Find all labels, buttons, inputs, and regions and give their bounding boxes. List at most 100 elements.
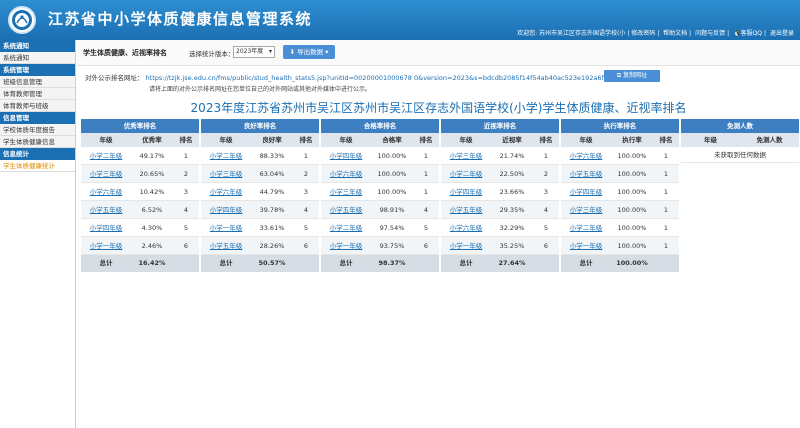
grade-cell: 小学一年级 <box>201 219 251 236</box>
total-label: 总计 <box>339 259 353 267</box>
column-header: 良好率 <box>262 136 282 144</box>
grade-link[interactable]: 小学三年级 <box>330 188 363 196</box>
table-title: 近视率排名 <box>441 119 559 133</box>
grade-link[interactable]: 小学二年级 <box>210 152 243 160</box>
sidebar-group-stats[interactable]: 信息统计 <box>0 148 75 160</box>
grade-link[interactable]: 小学三年级 <box>90 170 123 178</box>
rank-cell: 6 <box>543 242 549 250</box>
sidebar-item-teacher-class[interactable]: 体育教师与班级 <box>0 100 75 112</box>
sidebar-item-health-stats[interactable]: 学生体质健康统计 <box>0 160 75 172</box>
rank-cell: 5 <box>423 224 429 232</box>
grade-link[interactable]: 小学六年级 <box>450 224 483 232</box>
rate-cell: 39.78% <box>259 206 285 214</box>
logo <box>8 6 36 34</box>
sidebar: 系统通知 系统通知 系统管理 班级信息管理 体育教师管理 体育教师与班级 信息管… <box>0 40 76 428</box>
table-row: 小学四年级 4.30% 5 <box>81 219 199 237</box>
sidebar-item-notice[interactable]: 系统通知 <box>0 52 75 64</box>
rank-cell: 6 <box>183 242 189 250</box>
rate-cell: 4.30% <box>141 224 163 232</box>
grade-link[interactable]: 小学六年级 <box>330 170 363 178</box>
rank-cell: 5 <box>183 224 189 232</box>
grade-link[interactable]: 小学六年级 <box>210 188 243 196</box>
grade-cell: 小学三年级 <box>441 147 491 164</box>
grade-link[interactable]: 小学一年级 <box>570 242 603 250</box>
rate-cell: 44.79% <box>259 188 285 196</box>
grade-link[interactable]: 小学五年级 <box>210 242 243 250</box>
grade-link[interactable]: 小学三年级 <box>210 170 243 178</box>
grade-link[interactable]: 小学六年级 <box>90 188 123 196</box>
export-button[interactable]: ⬇ 导出数据 ▾ <box>283 45 335 59</box>
public-url-hint: 请将上面的对外公示排名网址在您单位自己的对外网站或其他对外媒体中进行公示。 <box>149 86 372 93</box>
grade-link[interactable]: 小学一年级 <box>210 224 243 232</box>
grade-link[interactable]: 小学三年级 <box>570 206 603 214</box>
rank-cell: 4 <box>183 206 189 214</box>
rate-cell: 10.42% <box>139 188 165 196</box>
version-select[interactable]: 2023年度 ▾ <box>233 46 275 58</box>
pass-rank-table: 合格率排名 年级 合格率 排名 小学四年级 100.00% 1 小学六年级 100.00% 1 小学… <box>321 119 439 272</box>
change-password-link[interactable]: 修改密码 <box>631 30 655 37</box>
site-title: 江苏省中小学体质健康信息管理系统 <box>48 10 313 28</box>
table-row: 小学五年级 6.52% 4 <box>81 201 199 219</box>
grade-link[interactable]: 小学五年级 <box>450 206 483 214</box>
main-content: 学生体质健康、近视率排名 选择统计版本： 2023年度 ▾ ⬇ 导出数据 ▾ 对… <box>77 40 800 428</box>
grade-cell: 小学二年级 <box>561 219 611 236</box>
public-url-row: 对外公示排名网址： https://tzjk.jse.edu.cn/fms/pu… <box>85 72 608 82</box>
table-header: 年级 优秀率 排名 <box>81 133 199 147</box>
grade-link[interactable]: 小学二年级 <box>330 224 363 232</box>
grade-link[interactable]: 小学一年级 <box>90 242 123 250</box>
rank-cell: 1 <box>303 152 309 160</box>
sidebar-item-class-info[interactable]: 班级信息管理 <box>0 76 75 88</box>
feedback-link[interactable]: 问题与反馈 <box>695 30 725 37</box>
copy-url-button[interactable]: ⧉ 复制网址 <box>604 70 660 82</box>
grade-link[interactable]: 小学五年级 <box>90 206 123 214</box>
rank-cell: 1 <box>663 170 669 178</box>
grade-link[interactable]: 小学一年级 <box>330 242 363 250</box>
rate-cell: 100.00% <box>377 188 407 196</box>
table-row: 小学六年级 10.42% 3 <box>81 183 199 201</box>
sidebar-item-student-health[interactable]: 学生体质健康信息 <box>0 136 75 148</box>
grade-link[interactable]: 小学二年级 <box>570 224 603 232</box>
sidebar-group-notice[interactable]: 系统通知 <box>0 40 75 52</box>
rank-cell: 1 <box>423 152 429 160</box>
grade-link[interactable]: 小学二年级 <box>450 170 483 178</box>
grade-cell: 小学六年级 <box>81 183 131 200</box>
grade-link[interactable]: 小学一年级 <box>450 242 483 250</box>
grade-link[interactable]: 小学三年级 <box>450 152 483 160</box>
grade-cell: 小学四年级 <box>441 183 491 200</box>
grade-link[interactable]: 小学二年级 <box>90 152 123 160</box>
sidebar-group-info[interactable]: 信息管理 <box>0 112 75 124</box>
grade-link[interactable]: 小学六年级 <box>570 152 603 160</box>
qq-service-link[interactable]: 客服QQ <box>741 30 762 37</box>
grade-cell: 小学二年级 <box>81 147 131 164</box>
table-row: 小学一年级 35.25% 6 <box>441 237 559 255</box>
grade-link[interactable]: 小学四年级 <box>210 206 243 214</box>
grade-link[interactable]: 小学四年级 <box>90 224 123 232</box>
exempt-table: 免测人数 年级 免测人数 未获取到任何数据 <box>681 119 799 163</box>
rank-cell: 1 <box>183 152 189 160</box>
table-row: 小学五年级 28.26% 6 <box>201 237 319 255</box>
table-row: 小学三年级 21.74% 1 <box>441 147 559 165</box>
grade-link[interactable]: 小学五年级 <box>330 206 363 214</box>
rank-cell: 3 <box>183 188 189 196</box>
app-header: 江苏省中小学体质健康信息管理系统 欢迎您: 苏州市吴江区存志外国语学校(小 | … <box>0 0 800 40</box>
grade-link[interactable]: 小学四年级 <box>570 188 603 196</box>
grade-link[interactable]: 小学四年级 <box>330 152 363 160</box>
grade-link[interactable]: 小学四年级 <box>450 188 483 196</box>
sidebar-item-annual-report[interactable]: 学校体质年度报告 <box>0 124 75 136</box>
grade-cell: 小学六年级 <box>441 219 491 236</box>
grade-link[interactable]: 小学五年级 <box>570 170 603 178</box>
sidebar-group-system[interactable]: 系统管理 <box>0 64 75 76</box>
help-doc-link[interactable]: 帮助文档 <box>663 30 687 37</box>
table-row: 小学四年级 100.00% 1 <box>321 147 439 165</box>
table-title: 执行率排名 <box>561 119 679 133</box>
table-row: 小学五年级 100.00% 1 <box>561 165 679 183</box>
sidebar-item-pe-teachers[interactable]: 体育教师管理 <box>0 88 75 100</box>
table-row: 小学五年级 98.91% 4 <box>321 201 439 219</box>
column-header: 年级 <box>579 136 593 144</box>
rate-cell: 100.00% <box>377 152 407 160</box>
table-row: 小学四年级 23.66% 3 <box>441 183 559 201</box>
rate-cell: 28.26% <box>259 242 285 250</box>
public-url[interactable]: https://tzjk.jse.edu.cn/fms/public/stud_… <box>146 74 608 82</box>
logout-link[interactable]: 退出登录 <box>770 30 794 37</box>
excellent-rank-table: 优秀率排名 年级 优秀率 排名 小学二年级 49.17% 1 小学三年级 20.65% 2 小学六年… <box>81 119 199 272</box>
